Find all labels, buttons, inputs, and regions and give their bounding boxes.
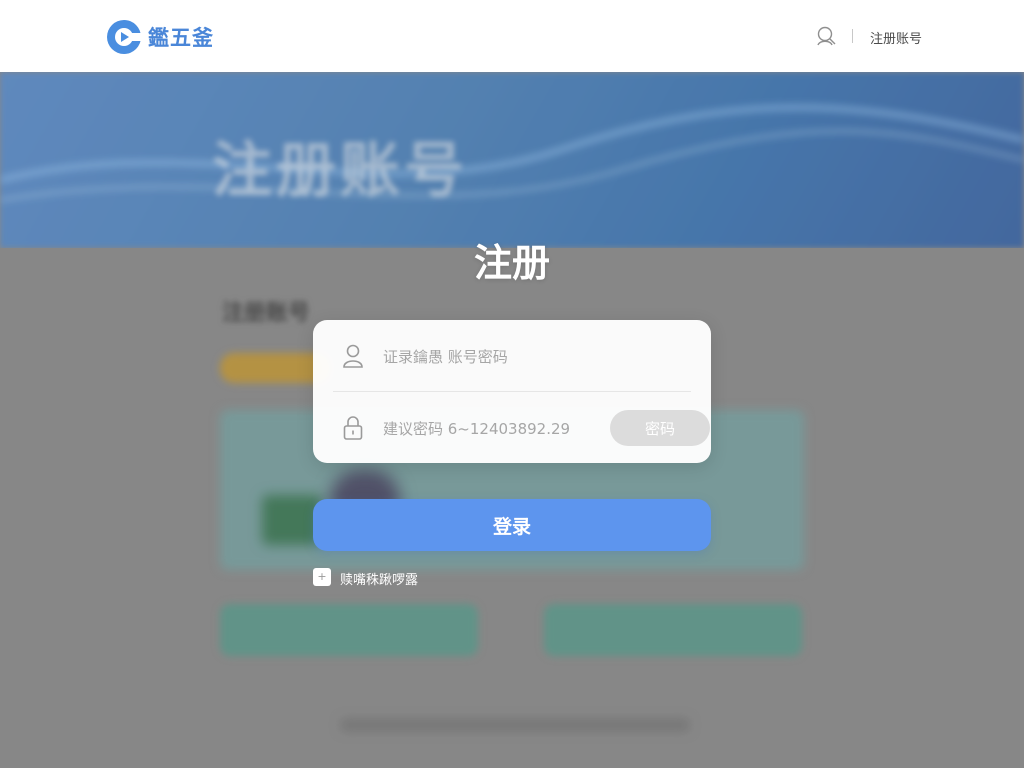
- agreement-label[interactable]: 赎嘴秼踿啰露: [340, 569, 418, 588]
- password-input[interactable]: [381, 414, 585, 444]
- account-input[interactable]: [381, 342, 605, 372]
- modal-title: 注册: [473, 241, 550, 285]
- register-modal: 注册 密码 登录 + 赎嘴秼踿啰露: [0, 0, 1024, 768]
- agreement-checkbox[interactable]: +: [313, 568, 331, 586]
- user-icon: [343, 344, 363, 368]
- password-field-row: 密码: [333, 392, 710, 463]
- top-header: 鑑五釜 注册账号: [0, 0, 1024, 72]
- search-icon[interactable]: [815, 25, 837, 47]
- header-divider: [852, 29, 853, 43]
- login-button[interactable]: 登录: [313, 499, 711, 551]
- register-account-link[interactable]: 注册账号: [870, 28, 922, 47]
- password-button[interactable]: 密码: [610, 410, 710, 446]
- account-field-row: [333, 320, 691, 392]
- logo-icon[interactable]: [106, 19, 142, 55]
- brand-name[interactable]: 鑑五釜: [148, 22, 214, 52]
- login-form-card: 密码: [313, 320, 711, 463]
- lock-icon: [343, 416, 363, 440]
- agreement-row: + 赎嘴秼踿啰露: [313, 568, 513, 588]
